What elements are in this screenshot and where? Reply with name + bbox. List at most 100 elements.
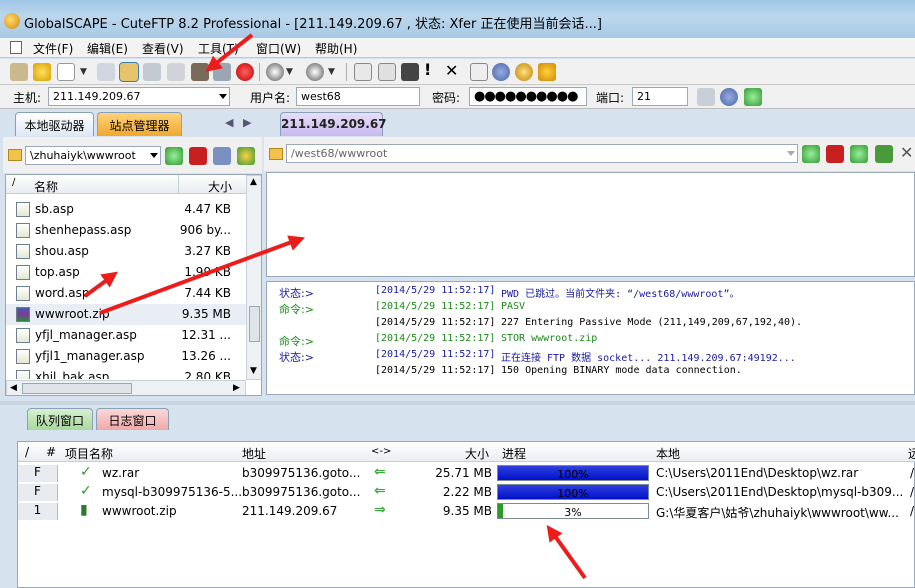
chevron-down-icon[interactable]: ▼: [328, 67, 338, 85]
delete-icon[interactable]: ✕: [445, 61, 463, 80]
exclamation-icon[interactable]: !: [424, 60, 434, 79]
port-input[interactable]: 21: [632, 87, 688, 106]
upload-icon[interactable]: [306, 63, 324, 81]
progress-text: 100%: [557, 487, 589, 500]
transfer-icon[interactable]: [875, 145, 893, 163]
file-icon: [16, 349, 30, 364]
wizard-icon[interactable]: [33, 63, 51, 81]
new-folder-icon[interactable]: [213, 147, 231, 165]
queue-row[interactable]: Fmysql-b309975136-5... b309975136.goto...…: [18, 483, 915, 502]
add-site-icon[interactable]: [744, 88, 762, 106]
tab-local-drives[interactable]: 本地驱动器: [15, 112, 94, 136]
col-local[interactable]: 本地: [656, 442, 680, 462]
col-address[interactable]: 地址: [242, 442, 266, 462]
file-name: word.asp: [35, 286, 90, 300]
up-folder-icon[interactable]: [165, 147, 183, 165]
download-icon[interactable]: [266, 63, 284, 81]
col-divider: [178, 175, 179, 194]
properties-icon[interactable]: [470, 63, 488, 81]
col-direction[interactable]: <->: [371, 443, 391, 463]
connect-icon[interactable]: [697, 88, 715, 106]
site-manager-icon[interactable]: [10, 63, 28, 81]
tab-log-window[interactable]: 日志窗口: [96, 408, 169, 430]
password-input[interactable]: ●●●●●●●●●●: [469, 87, 587, 106]
remote-file-list[interactable]: [266, 172, 915, 277]
chevron-down-icon[interactable]: ▼: [80, 67, 90, 85]
stop-icon[interactable]: [236, 63, 254, 81]
delete-folder-icon[interactable]: [826, 145, 844, 163]
col-progress[interactable]: 进程: [502, 442, 526, 462]
chevron-right-icon[interactable]: ▶: [243, 116, 251, 129]
queue-number: F: [18, 465, 58, 482]
file-row[interactable]: shou.asp 3.27 KB: [6, 241, 246, 262]
chevron-down-icon[interactable]: ▼: [250, 366, 257, 376]
tab-site-manager[interactable]: 站点管理器: [97, 112, 182, 136]
chevron-down-icon[interactable]: ▼: [286, 67, 296, 85]
progress-text: 3%: [564, 506, 582, 519]
scroll-thumb[interactable]: [249, 306, 260, 342]
edit-icon[interactable]: [354, 63, 372, 81]
close-icon[interactable]: ✕: [900, 143, 915, 162]
chevron-down-icon[interactable]: [150, 153, 158, 158]
local-path-input[interactable]: \zhuhaiyk\wwwroot: [25, 146, 161, 165]
headset-icon[interactable]: [515, 63, 533, 81]
col-name[interactable]: 名称: [34, 178, 58, 195]
file-row[interactable]: xhjl_bak.asp 2.80 KB: [6, 367, 246, 379]
menu-window[interactable]: 窗口(W): [256, 40, 301, 57]
file-row[interactable]: wwwroot.zip 9.35 MB: [6, 304, 246, 325]
menu-help[interactable]: 帮助(H): [315, 40, 357, 57]
col-remote[interactable]: 远: [908, 442, 915, 462]
user-input[interactable]: west68: [296, 87, 420, 106]
splitter[interactable]: [0, 401, 915, 405]
col-number[interactable]: #: [46, 442, 56, 462]
menu-file[interactable]: 文件(F): [33, 40, 73, 57]
shield-icon[interactable]: [538, 63, 556, 81]
file-row[interactable]: yfjl_manager.asp 12.31 ...: [6, 325, 246, 346]
reconnect-icon[interactable]: [143, 63, 161, 81]
host-input[interactable]: 211.149.209.67: [48, 87, 230, 106]
chevron-up-icon[interactable]: ▲: [250, 177, 257, 187]
queue-list[interactable]: / # 项目名称 地址 <-> 大小 进程 本地 远 Fwz.rar b30997…: [17, 441, 915, 588]
copy-icon[interactable]: [378, 63, 396, 81]
up-folder-icon[interactable]: [802, 145, 820, 163]
chevron-down-icon[interactable]: [219, 94, 227, 99]
connect-icon[interactable]: [97, 63, 115, 81]
log-kind: 状态:>: [279, 351, 314, 364]
upload-arrow-icon: ⇒: [374, 502, 386, 518]
col-size[interactable]: 大小: [208, 178, 232, 195]
camera-icon[interactable]: [401, 63, 419, 81]
disconnect-icon[interactable]: [167, 63, 185, 81]
col-size[interactable]: 大小: [465, 442, 489, 462]
menu-edit[interactable]: 编辑(E): [87, 40, 128, 57]
queue-row[interactable]: 1 wwwroot.zip 211.149.209.67 9.35 MB G:\华夏客户…: [18, 502, 915, 521]
chevron-left-icon[interactable]: ◀: [225, 116, 233, 129]
quick-connect-icon[interactable]: [119, 62, 139, 82]
sync-icon[interactable]: [237, 147, 255, 165]
chevron-down-icon[interactable]: [787, 151, 795, 156]
tab-remote-site[interactable]: 211.149.209.67: [280, 112, 387, 136]
local-file-list[interactable]: / 名称 大小 sb.asp 4.47 KB shenhepass.asp 906 b…: [5, 174, 262, 396]
log-kind: 命令:>: [279, 303, 314, 316]
file-row[interactable]: shenhepass.asp 906 by...: [6, 220, 246, 241]
menu-view[interactable]: 查看(V): [142, 40, 184, 57]
queue-row[interactable]: Fwz.rar b309975136.goto... 25.71 MB C:\User…: [18, 464, 915, 483]
queue-local-path: G:\华夏客户\姑爷\zhuhaiyk\wwwroot\ww...: [656, 506, 899, 520]
queue-local-path: C:\Users\2011End\Desktop\mysql-b309...: [656, 485, 904, 499]
refresh-icon[interactable]: [850, 145, 868, 163]
queue-address: b309975136.goto...: [242, 466, 361, 480]
chevron-left-icon[interactable]: ◀: [10, 383, 17, 393]
file-row[interactable]: sb.asp 4.47 KB: [6, 199, 246, 220]
scroll-thumb[interactable]: [22, 383, 132, 394]
remote-path-input[interactable]: /west68/wwwroot: [286, 144, 798, 163]
col-item-name[interactable]: 项目名称: [65, 442, 113, 462]
local-hscroll[interactable]: ◀ ▶: [6, 380, 246, 395]
queue-address: 211.149.209.67: [242, 504, 338, 518]
chevron-right-icon[interactable]: ▶: [233, 383, 240, 393]
delete-folder-icon[interactable]: [189, 147, 207, 165]
local-vscroll[interactable]: ▲ ▼: [246, 175, 261, 380]
settings-icon[interactable]: [492, 63, 510, 81]
tab-queue-window[interactable]: 队列窗口: [27, 408, 93, 430]
file-row[interactable]: yfjl1_manager.asp 13.26 ...: [6, 346, 246, 367]
settings-icon[interactable]: [720, 88, 738, 106]
new-icon[interactable]: [57, 63, 75, 81]
